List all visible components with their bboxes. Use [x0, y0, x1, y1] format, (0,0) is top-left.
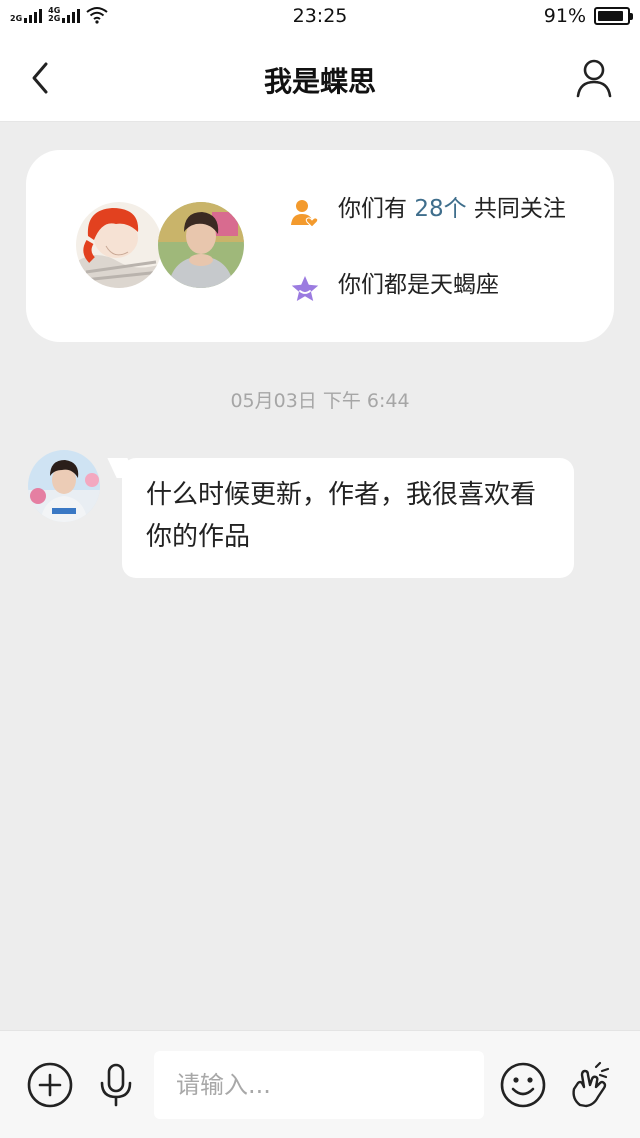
battery-fill: [598, 11, 624, 21]
person-heart-icon: [291, 200, 319, 228]
chat-header: 我是蝶思: [0, 34, 640, 122]
profile-button[interactable]: [572, 56, 616, 100]
voice-button[interactable]: [92, 1061, 140, 1109]
cartoon-avatar-image: [76, 202, 162, 288]
message-bubble[interactable]: 什么时候更新，作者，我很喜欢看你的作品: [122, 458, 574, 578]
finger-heart-button[interactable]: [566, 1061, 614, 1109]
message-text: 什么时候更新，作者，我很喜欢看你的作品: [146, 480, 537, 552]
battery-icon: [594, 7, 633, 25]
avatar[interactable]: [76, 202, 162, 288]
zodiac-row: 你们都是天蝎座: [290, 270, 568, 304]
input-bar: [0, 1030, 640, 1138]
photo-avatar-image: [158, 202, 244, 288]
sender-photo-image: [28, 450, 100, 522]
avatar[interactable]: [158, 202, 244, 288]
status-bar: 2G 4G 2G 23:25 91%: [0, 0, 640, 34]
mutual-prefix: 你们有: [338, 196, 415, 222]
message-timestamp: 05月03日 下午 6:44: [230, 390, 410, 412]
microphone-icon: [100, 1063, 132, 1107]
battery-group: 91%: [543, 5, 633, 27]
sender-avatar[interactable]: [28, 450, 100, 522]
mutual-follow-text: 你们有 28个 共同关注: [338, 194, 568, 224]
relationship-card: 你们有 28个 共同关注 你们都是天蝎座: [26, 150, 614, 342]
mutual-suffix: 共同关注: [466, 196, 566, 222]
chat-screen: 2G 4G 2G 23:25 91% 我是蝶思 你们有 28个 共同关注 你们都…: [0, 0, 640, 1138]
star-icon: [291, 276, 319, 301]
emoji-button[interactable]: [499, 1061, 547, 1109]
more-button[interactable]: [26, 1061, 74, 1109]
plus-circle-icon: [27, 1062, 73, 1108]
battery-percent: 91%: [543, 5, 586, 27]
finger-heart-icon: [572, 1061, 610, 1108]
person-icon: [576, 59, 612, 98]
message-input[interactable]: [154, 1051, 484, 1119]
mutual-count-link[interactable]: 28个: [414, 196, 466, 222]
zodiac-text: 你们都是天蝎座: [338, 272, 499, 298]
smiley-icon: [500, 1062, 546, 1108]
page-title: 我是蝶思: [263, 65, 376, 98]
mutual-follow-row: 你们有 28个 共同关注: [290, 194, 568, 228]
